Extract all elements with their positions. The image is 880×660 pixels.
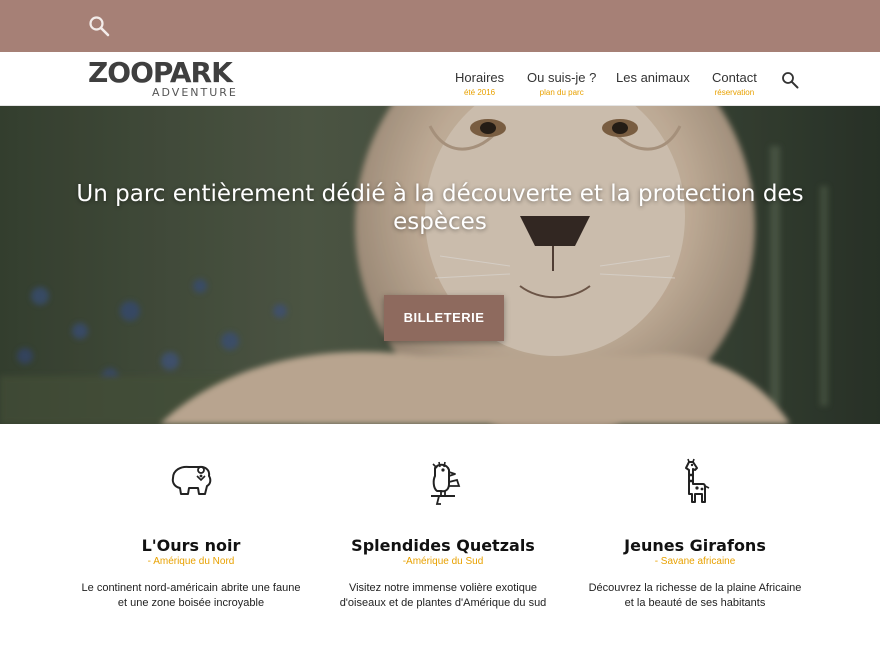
top-bar (0, 0, 880, 52)
billeterie-button[interactable]: BILLETERIE (384, 295, 504, 341)
bear-icon (171, 465, 212, 495)
nav-label: Contact (712, 70, 757, 85)
card-description: Visitez notre immense volière exotique d… (339, 582, 547, 609)
card-region: -Amérique du Sud (402, 556, 484, 567)
card-description: Le continent nord-américain abrite une f… (81, 582, 301, 609)
hero-title: Un parc entièrement dédié à la découvert… (76, 181, 804, 235)
card-title: L'Ours noir (141, 536, 241, 555)
quetzal-icon (431, 461, 461, 505)
card-title: Splendides Quetzals (351, 536, 535, 555)
zoopark-logo[interactable]: ZOOPARK ADVENTURE (88, 58, 238, 102)
card-title: Jeunes Girafons (624, 536, 766, 555)
nav-sublabel: été 2016 (463, 88, 496, 97)
hero-banner: Un parc entièrement dédié à la découvert… (0, 106, 880, 424)
logo-main-text: ZOOPARK (88, 56, 233, 89)
nav-sublabel: réservation (714, 88, 755, 97)
lion-hero-image (0, 106, 880, 424)
nav-label: Ou suis-je ? (527, 70, 597, 85)
nav-item-horaires[interactable]: Horaires été 2016 (455, 70, 504, 100)
giraffe-icon (685, 458, 710, 503)
nav-item-contact[interactable]: Contact réservation (712, 70, 757, 100)
nav-label: Les animaux (616, 70, 690, 85)
search-icon[interactable] (88, 15, 110, 37)
nav-item-ou-suis-je[interactable]: Ou suis-je ? plan du parc (527, 70, 596, 100)
nav-search-icon[interactable] (781, 71, 799, 89)
logo-sub-text: ADVENTURE (152, 86, 238, 99)
card-description: Découvrez la richesse de la plaine Afric… (588, 582, 802, 609)
card-region: - Savane africaine (654, 556, 736, 567)
nav-sublabel: plan du parc (539, 88, 584, 97)
main-navbar: ZOOPARK ADVENTURE Horaires été 2016 Ou s… (0, 52, 880, 106)
card-region: - Amérique du Nord (147, 556, 235, 567)
nav-label: Horaires (455, 70, 505, 85)
animal-cards-section: L'Ours noir - Amérique du Nord Le contin… (0, 424, 880, 660)
nav-item-les-animaux[interactable]: Les animaux (616, 70, 690, 86)
